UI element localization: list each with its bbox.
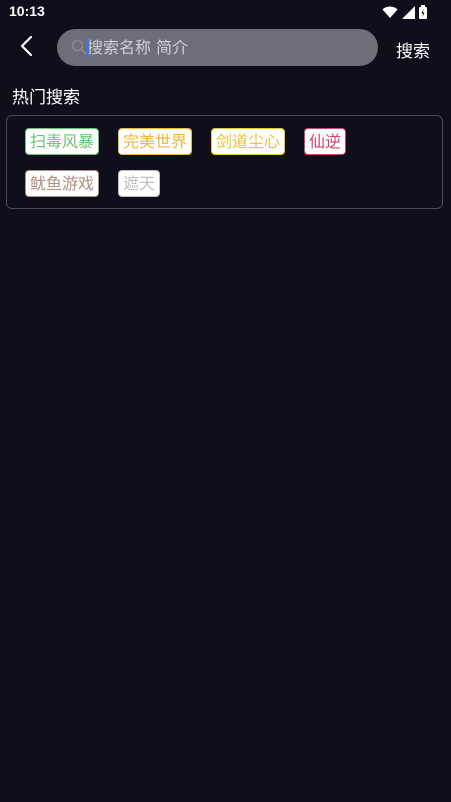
hot-search-title: 热门搜索	[12, 88, 80, 108]
status-icons	[382, 4, 427, 23]
battery-icon	[419, 4, 427, 23]
hot-tag[interactable]: 遮天	[118, 170, 161, 197]
hot-tag[interactable]: 鱿鱼游戏	[25, 170, 100, 197]
search-box[interactable]	[57, 29, 378, 66]
search-icon	[71, 39, 87, 55]
search-button[interactable]: 搜索	[396, 37, 430, 62]
hot-tag[interactable]: 剑道尘心	[211, 128, 286, 155]
hot-tag[interactable]: 完美世界	[118, 128, 193, 155]
hot-tag[interactable]: 仙逆	[304, 128, 347, 155]
wifi-icon	[382, 4, 398, 23]
hot-search-panel: 扫毒风暴 完美世界 剑道尘心 仙逆 鱿鱼游戏 遮天	[6, 115, 443, 209]
search-input[interactable]	[87, 29, 367, 66]
status-bar: 10:13	[0, 0, 451, 24]
back-button[interactable]	[12, 34, 40, 62]
status-time: 10:13	[9, 3, 45, 19]
text-caret	[87, 39, 89, 57]
signal-icon	[402, 4, 415, 23]
hot-tag[interactable]: 扫毒风暴	[25, 128, 100, 155]
chevron-left-icon	[19, 35, 33, 61]
